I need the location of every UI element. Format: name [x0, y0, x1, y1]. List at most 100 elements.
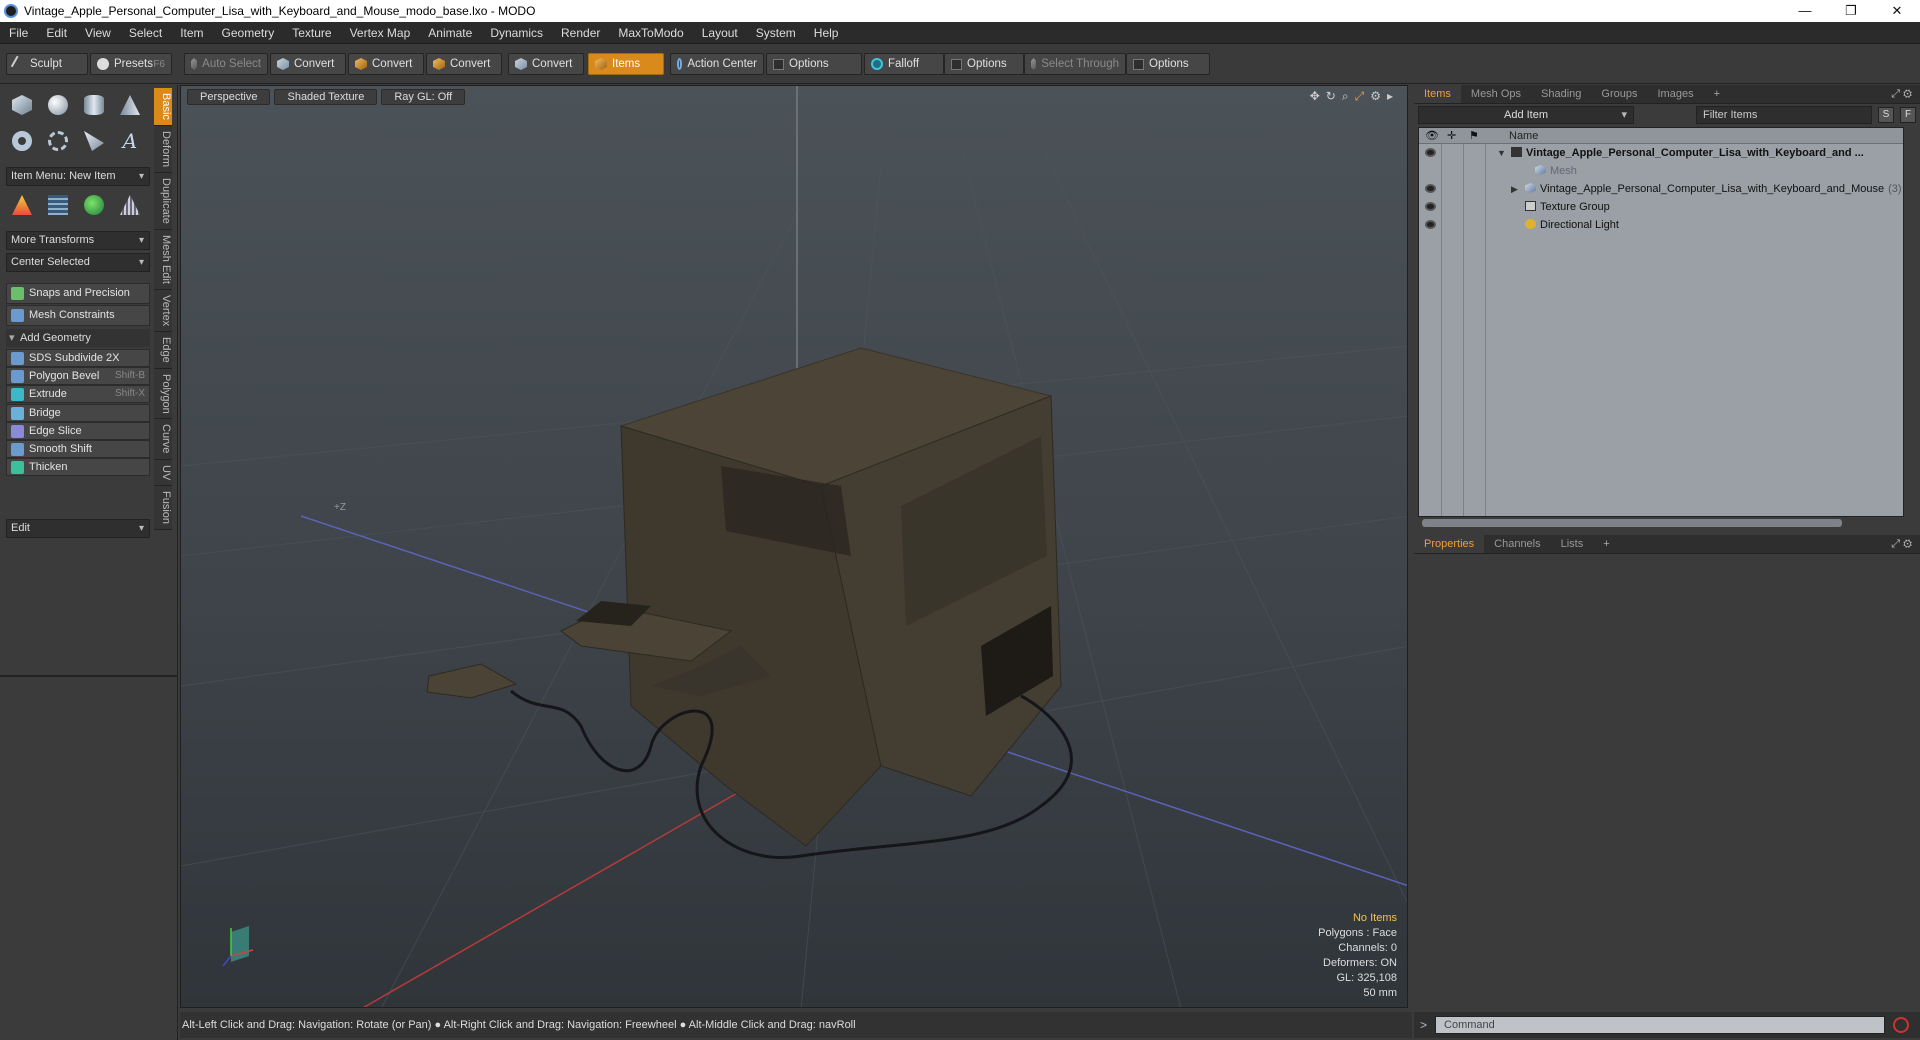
menu-view[interactable]: View: [76, 26, 120, 40]
convert-edges-button[interactable]: Convert: [348, 53, 424, 75]
tab-images[interactable]: Images: [1648, 85, 1704, 103]
lisa-computer-model[interactable]: [426, 347, 1073, 859]
select-through-button[interactable]: Select Through: [1024, 53, 1126, 75]
vtab-duplicate[interactable]: Duplicate: [154, 172, 172, 230]
fit-icon[interactable]: ⤢: [1355, 89, 1365, 104]
3d-viewport[interactable]: +Z Perspective Shaded Texture Ray GL: Of…: [180, 85, 1408, 1008]
shading-mode-button[interactable]: Shaded Texture: [274, 89, 378, 105]
menu-animate[interactable]: Animate: [419, 26, 481, 40]
tab-items[interactable]: Items: [1414, 85, 1461, 103]
presets-button[interactable]: Presets F6: [90, 53, 172, 75]
tool-polygon-bevel[interactable]: Polygon Bevel Shift-B: [6, 367, 150, 386]
panel-options-icon[interactable]: ⤢ ⚙: [1881, 535, 1920, 553]
raygl-toggle-button[interactable]: Ray GL: Off: [381, 89, 466, 105]
menu-maxtomodo[interactable]: MaxToModo: [609, 26, 692, 40]
tree-item[interactable]: Mesh: [1419, 162, 1903, 180]
auto-select-button[interactable]: Auto Select: [184, 53, 268, 75]
gear-icon[interactable]: ⚙: [1370, 89, 1381, 104]
menu-help[interactable]: Help: [805, 26, 848, 40]
menu-system[interactable]: System: [747, 26, 805, 40]
expand-arrow-icon[interactable]: ▸: [1387, 89, 1393, 104]
vtab-curve[interactable]: Curve: [154, 419, 172, 460]
sculpt-button[interactable]: Sculpt: [6, 53, 88, 75]
action-center-options-button[interactable]: Options: [766, 53, 862, 75]
expand-toggle-icon[interactable]: ▶: [1511, 180, 1518, 198]
sphere-primitive-button[interactable]: [42, 89, 74, 121]
menu-edit[interactable]: Edit: [37, 26, 76, 40]
snaps-precision-button[interactable]: Snaps and Precision: [6, 283, 150, 304]
record-icon[interactable]: [1893, 1017, 1910, 1033]
grid-tool-button[interactable]: [42, 189, 74, 221]
blade-primitive-button[interactable]: [78, 125, 110, 157]
tab-channels[interactable]: Channels: [1484, 535, 1550, 553]
pyramid-tool-button[interactable]: [114, 189, 146, 221]
restore-button[interactable]: ❐: [1828, 0, 1874, 22]
cube-primitive-button[interactable]: [6, 89, 38, 121]
spiral-primitive-button[interactable]: [42, 125, 74, 157]
menu-render[interactable]: Render: [552, 26, 609, 40]
center-selected-dropdown[interactable]: Center Selected: [6, 253, 150, 272]
tree-item[interactable]: ▼ Vintage_Apple_Personal_Computer_Lisa_wi…: [1419, 144, 1903, 162]
pan-icon[interactable]: ✥: [1310, 89, 1320, 104]
command-input[interactable]: Command: [1435, 1016, 1886, 1034]
add-tab-icon[interactable]: +: [1704, 85, 1730, 103]
globe-tool-button[interactable]: [78, 189, 110, 221]
more-transforms-dropdown[interactable]: More Transforms: [6, 231, 150, 250]
menu-vertex-map[interactable]: Vertex Map: [341, 26, 420, 40]
view-type-button[interactable]: Perspective: [187, 89, 271, 105]
f-toggle-button[interactable]: F: [1900, 107, 1916, 123]
transform-tool-button[interactable]: [6, 189, 38, 221]
tab-properties[interactable]: Properties: [1414, 535, 1485, 553]
items-mode-button[interactable]: Items: [588, 53, 664, 75]
tool-thicken[interactable]: Thicken: [6, 458, 150, 477]
name-column-header[interactable]: Name: [1509, 128, 1538, 144]
vtab-uv[interactable]: UV: [154, 459, 172, 487]
vtab-fusion[interactable]: Fusion: [154, 486, 172, 531]
action-center-button[interactable]: Action Center: [670, 53, 764, 75]
convert-polygons-button[interactable]: Convert: [426, 53, 502, 75]
close-button[interactable]: ✕: [1874, 0, 1920, 22]
visibility-eye-icon[interactable]: [1425, 184, 1436, 193]
menu-layout[interactable]: Layout: [693, 26, 747, 40]
tree-item[interactable]: ▶ Vintage_Apple_Personal_Computer_Lisa_wi…: [1419, 180, 1903, 198]
menu-texture[interactable]: Texture: [283, 26, 340, 40]
tool-bridge[interactable]: Bridge: [6, 403, 150, 422]
cylinder-primitive-button[interactable]: [78, 89, 110, 121]
mesh-constraints-button[interactable]: Mesh Constraints: [6, 305, 150, 326]
tool-sds-subdivide-2x[interactable]: SDS Subdivide 2X: [6, 349, 150, 367]
add-tab-icon[interactable]: +: [1593, 535, 1619, 553]
menu-file[interactable]: File: [0, 26, 37, 40]
filter-items-input[interactable]: Filter Items: [1696, 106, 1872, 124]
horizontal-scrollbar[interactable]: [1422, 519, 1842, 527]
menu-item[interactable]: Item: [171, 26, 212, 40]
menu-select[interactable]: Select: [120, 26, 171, 40]
vtab-polygon[interactable]: Polygon: [154, 368, 172, 420]
vtab-edge[interactable]: Edge: [154, 331, 172, 369]
add-item-dropdown[interactable]: Add Item: [1418, 106, 1634, 124]
edit-dropdown[interactable]: Edit: [6, 519, 150, 538]
add-geometry-section[interactable]: Add Geometry: [6, 329, 150, 347]
vtab-mesh-edit[interactable]: Mesh Edit: [154, 229, 172, 290]
menu-geometry[interactable]: Geometry: [213, 26, 284, 40]
tool-extrude[interactable]: Extrude Shift-X: [6, 385, 150, 404]
tree-item[interactable]: Texture Group: [1419, 198, 1903, 216]
s-toggle-button[interactable]: S: [1878, 107, 1894, 123]
falloff-options-button[interactable]: Options: [944, 53, 1024, 75]
tool-edge-slice[interactable]: Edge Slice: [6, 421, 150, 440]
select-options-button[interactable]: Options: [1126, 53, 1210, 75]
vtab-vertex[interactable]: Vertex: [154, 289, 172, 332]
torus-primitive-button[interactable]: [6, 125, 38, 157]
tree-item[interactable]: Directional Light: [1419, 216, 1903, 234]
tab-groups[interactable]: Groups: [1591, 85, 1647, 103]
convert-vertices-button[interactable]: Convert: [270, 53, 346, 75]
minimize-button[interactable]: —: [1782, 0, 1828, 22]
cone-primitive-button[interactable]: [114, 89, 146, 121]
tool-smooth-shift[interactable]: Smooth Shift: [6, 440, 150, 458]
zoom-icon[interactable]: ⌕: [1342, 89, 1349, 104]
visibility-eye-icon[interactable]: [1425, 220, 1436, 229]
visibility-eye-icon[interactable]: [1425, 148, 1436, 157]
panel-options-icon[interactable]: ⤢ ⚙: [1881, 85, 1920, 103]
tab-mesh-ops[interactable]: Mesh Ops: [1461, 85, 1531, 103]
text-primitive-button[interactable]: A: [114, 125, 146, 157]
vtab-deform[interactable]: Deform: [154, 125, 172, 173]
